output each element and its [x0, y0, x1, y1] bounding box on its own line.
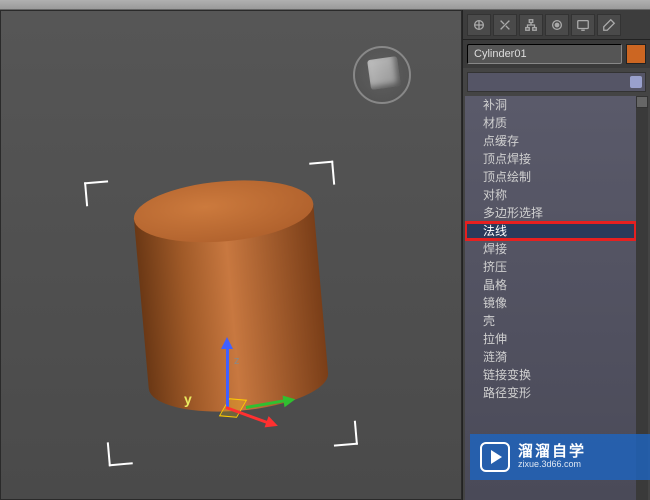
- modifier-item[interactable]: 点缓存: [465, 132, 636, 150]
- tab-modify-icon[interactable]: [493, 14, 517, 36]
- axis-label-y: y: [184, 391, 192, 407]
- viewcube-ring: [353, 46, 411, 104]
- viewcube-cube-icon[interactable]: [367, 56, 401, 90]
- modifier-item[interactable]: 焊接: [465, 240, 636, 258]
- play-icon: [480, 442, 510, 472]
- modifier-item[interactable]: 法线: [465, 222, 636, 240]
- watermark-badge: 溜溜自学 zixue.3d66.com: [470, 434, 650, 480]
- modifier-item[interactable]: 多边形选择: [465, 204, 636, 222]
- title-bar: [0, 0, 650, 10]
- watermark-url: zixue.3d66.com: [518, 460, 586, 470]
- scrollbar-up-icon[interactable]: [636, 96, 648, 108]
- modifier-dropdown[interactable]: [467, 72, 646, 92]
- modifier-item[interactable]: 涟漪: [465, 348, 636, 366]
- transform-gizmo[interactable]: y z: [186, 327, 286, 427]
- modifier-item[interactable]: 补洞: [465, 96, 636, 114]
- command-panel: Cylinder01 补洞材质点缓存顶点焊接顶点绘制对称多边形选择法线焊接挤压晶…: [462, 10, 650, 500]
- modifier-item[interactable]: 挤压: [465, 258, 636, 276]
- modifier-item[interactable]: 链接变换: [465, 366, 636, 384]
- modifier-item[interactable]: 对称: [465, 186, 636, 204]
- viewport-3d[interactable]: y z: [0, 10, 462, 500]
- modifier-item[interactable]: 拉伸: [465, 330, 636, 348]
- main-container: y z Cylinder01 补洞材质点缓存顶点焊接顶点绘制对称多边形选择法线焊…: [0, 10, 650, 500]
- modifier-item[interactable]: 顶点绘制: [465, 168, 636, 186]
- object-color-swatch[interactable]: [626, 44, 646, 64]
- tab-utilities-icon[interactable]: [597, 14, 621, 36]
- modifier-item[interactable]: 壳: [465, 312, 636, 330]
- modifier-item[interactable]: 晶格: [465, 276, 636, 294]
- object-name-row: Cylinder01: [463, 40, 650, 68]
- gizmo-axis-y[interactable]: [246, 399, 286, 409]
- tab-display-icon[interactable]: [571, 14, 595, 36]
- tab-motion-icon[interactable]: [545, 14, 569, 36]
- modifier-item[interactable]: 镜像: [465, 294, 636, 312]
- watermark-title: 溜溜自学: [518, 444, 586, 461]
- tab-hierarchy-icon[interactable]: [519, 14, 543, 36]
- object-name-input[interactable]: Cylinder01: [467, 44, 622, 64]
- viewcube[interactable]: [353, 46, 411, 104]
- axis-label-z: z: [234, 355, 240, 367]
- panel-tab-row: [463, 10, 650, 40]
- tab-create-icon[interactable]: [467, 14, 491, 36]
- modifier-item[interactable]: 路径变形: [465, 384, 636, 402]
- gizmo-axis-z[interactable]: [226, 347, 229, 407]
- modifier-item[interactable]: 顶点焊接: [465, 150, 636, 168]
- modifier-item[interactable]: 材质: [465, 114, 636, 132]
